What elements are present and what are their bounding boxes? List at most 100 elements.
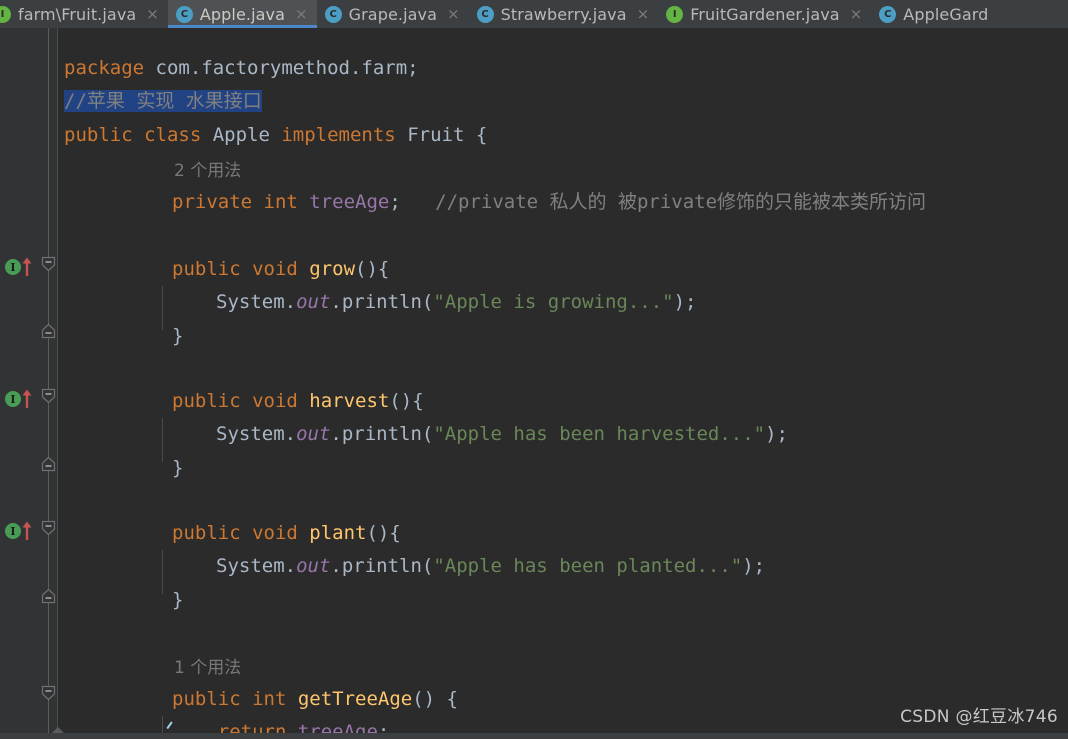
implements-method-gutter-icon[interactable]: I bbox=[5, 520, 37, 542]
arrow-up-icon bbox=[22, 521, 32, 540]
method-modifiers: public void bbox=[172, 258, 310, 280]
code-line-class-comment[interactable]: //苹果 实现 水果接口 bbox=[58, 85, 262, 118]
code-line-close-grow[interactable]: } bbox=[172, 320, 183, 353]
system-ref: System. bbox=[216, 555, 297, 577]
code-line-println-harvest[interactable]: System.out.println("Apple has been harve… bbox=[216, 418, 788, 451]
string-literal: "Apple has been harvested..." bbox=[433, 423, 766, 445]
indent-guide bbox=[162, 550, 163, 594]
code-line-close-harvest[interactable]: } bbox=[172, 452, 183, 485]
tab-grape-java[interactable]: C Grape.java × bbox=[317, 0, 469, 28]
statement-end: ); bbox=[742, 555, 766, 577]
close-brace: } bbox=[172, 589, 184, 611]
implements-method-gutter-icon[interactable]: I bbox=[5, 388, 37, 410]
code-line-class-declaration[interactable]: public class Apple implements Fruit { bbox=[58, 119, 487, 152]
editor-tab-bar[interactable]: I farm\Fruit.java × C Apple.java × C Gra… bbox=[0, 0, 1068, 28]
interface-icon: I bbox=[0, 5, 11, 23]
close-icon[interactable]: × bbox=[847, 6, 863, 22]
indent-guide bbox=[162, 418, 163, 462]
fold-collapse-start-icon[interactable] bbox=[41, 388, 56, 404]
editor-gutter[interactable]: I I I bbox=[0, 28, 64, 739]
code-line-package[interactable]: package com.factorymethod.farm; bbox=[58, 52, 419, 85]
method-signature-rest: (){ bbox=[389, 390, 424, 412]
println-call: .println( bbox=[330, 555, 434, 577]
indent-guide bbox=[162, 286, 163, 330]
fold-collapse-end-icon[interactable] bbox=[41, 588, 56, 604]
inlay-hint-class-usages[interactable]: 2 个用法 bbox=[174, 154, 241, 187]
open-brace: { bbox=[464, 124, 488, 146]
string-literal: "Apple has been planted..." bbox=[433, 555, 743, 577]
tab-fruit-java[interactable]: I farm\Fruit.java × bbox=[0, 0, 168, 28]
method-signature-rest: (){ bbox=[355, 258, 390, 280]
system-ref: System. bbox=[216, 291, 297, 313]
keyword-public: public bbox=[64, 124, 133, 146]
keyword-package: package bbox=[64, 57, 145, 79]
code-line-method-plant[interactable]: public void plant(){ bbox=[172, 517, 401, 550]
code-line-close-plant[interactable]: } bbox=[172, 584, 183, 617]
code-line-method-grow[interactable]: public void grow(){ bbox=[172, 253, 389, 286]
keyword-class: class bbox=[132, 124, 213, 146]
statement-end: ); bbox=[673, 291, 697, 313]
field-comment-text: //private 私人的 被private修饰的只能被本类所访问 bbox=[435, 191, 927, 213]
inlay-hint-method-usages[interactable]: 1 个用法 bbox=[174, 651, 241, 684]
method-modifiers: public void bbox=[172, 390, 310, 412]
package-name: com.factorymethod.farm; bbox=[144, 57, 419, 79]
tab-label: Apple.java bbox=[199, 4, 286, 24]
println-call: .println( bbox=[330, 291, 434, 313]
out-field: out bbox=[296, 423, 331, 445]
class-icon: C bbox=[476, 5, 494, 23]
tab-label: FruitGardener.java bbox=[690, 4, 840, 24]
keyword-implements: implements bbox=[269, 124, 408, 146]
tab-strawberry-java[interactable]: C Strawberry.java × bbox=[469, 0, 659, 28]
code-line-println-plant[interactable]: System.out.println("Apple has been plant… bbox=[216, 550, 765, 583]
close-icon[interactable]: × bbox=[292, 6, 308, 22]
code-line-method-gettreeage[interactable]: public int getTreeAge() { bbox=[172, 683, 458, 716]
fold-collapse-start-icon[interactable] bbox=[41, 685, 56, 701]
tab-label: AppleGard bbox=[903, 4, 989, 24]
tab-applegardener-java[interactable]: C AppleGard bbox=[871, 0, 997, 28]
code-line-method-harvest[interactable]: public void harvest(){ bbox=[172, 385, 424, 418]
arrow-up-icon bbox=[22, 389, 32, 408]
inline-comment bbox=[401, 191, 435, 213]
keyword-private: private bbox=[172, 191, 253, 213]
code-line-println-grow[interactable]: System.out.println("Apple is growing..."… bbox=[216, 286, 696, 319]
tab-label: Grape.java bbox=[348, 4, 437, 24]
method-name-harvest: harvest bbox=[309, 390, 390, 412]
implements-marker-letter: I bbox=[5, 523, 21, 539]
code-editor[interactable]: I I I package com.factorymethod.farm; //… bbox=[0, 28, 1068, 739]
arrow-up-icon bbox=[22, 257, 32, 276]
close-brace: } bbox=[172, 457, 184, 479]
implements-method-gutter-icon[interactable]: I bbox=[5, 256, 37, 278]
code-content[interactable]: package com.factorymethod.farm; //苹果 实现 … bbox=[58, 28, 1068, 739]
fold-collapse-end-icon[interactable] bbox=[41, 323, 56, 339]
tab-apple-java[interactable]: C Apple.java × bbox=[167, 0, 317, 28]
class-icon: C bbox=[324, 5, 342, 23]
tab-fruitgardener-java[interactable]: I FruitGardener.java × bbox=[658, 0, 871, 28]
statement-end: ); bbox=[765, 423, 788, 445]
implements-marker-letter: I bbox=[5, 259, 21, 275]
inlay-hint-text: 2 个用法 bbox=[174, 161, 242, 181]
string-literal: "Apple is growing..." bbox=[433, 291, 674, 313]
tab-label: farm\Fruit.java bbox=[18, 4, 137, 24]
class-name: Apple bbox=[212, 124, 270, 146]
code-line-field-treeage[interactable]: private int treeAge; //private 私人的 被priv… bbox=[172, 186, 926, 219]
out-field: out bbox=[296, 291, 331, 313]
println-call: .println( bbox=[330, 423, 434, 445]
method-name-grow: grow bbox=[309, 258, 356, 280]
method-name-plant: plant bbox=[309, 522, 367, 544]
selected-comment-text: //苹果 实现 水果接口 bbox=[64, 90, 262, 112]
method-signature-rest: () { bbox=[412, 688, 458, 710]
close-icon[interactable]: × bbox=[634, 6, 650, 22]
csdn-watermark: CSDN @红豆冰746 bbox=[900, 707, 1058, 727]
tab-label: Strawberry.java bbox=[500, 4, 627, 24]
interface-name: Fruit bbox=[407, 124, 465, 146]
semicolon: ; bbox=[389, 191, 401, 213]
fold-collapse-start-icon[interactable] bbox=[41, 520, 56, 536]
class-icon: C bbox=[879, 5, 897, 23]
fold-collapse-start-icon[interactable] bbox=[41, 256, 56, 272]
close-icon[interactable]: × bbox=[444, 6, 460, 22]
class-icon: C bbox=[175, 5, 193, 23]
fold-collapse-end-icon[interactable] bbox=[41, 456, 56, 472]
out-field: out bbox=[296, 555, 331, 577]
field-name: treeAge bbox=[309, 191, 390, 213]
close-icon[interactable]: × bbox=[143, 6, 159, 22]
